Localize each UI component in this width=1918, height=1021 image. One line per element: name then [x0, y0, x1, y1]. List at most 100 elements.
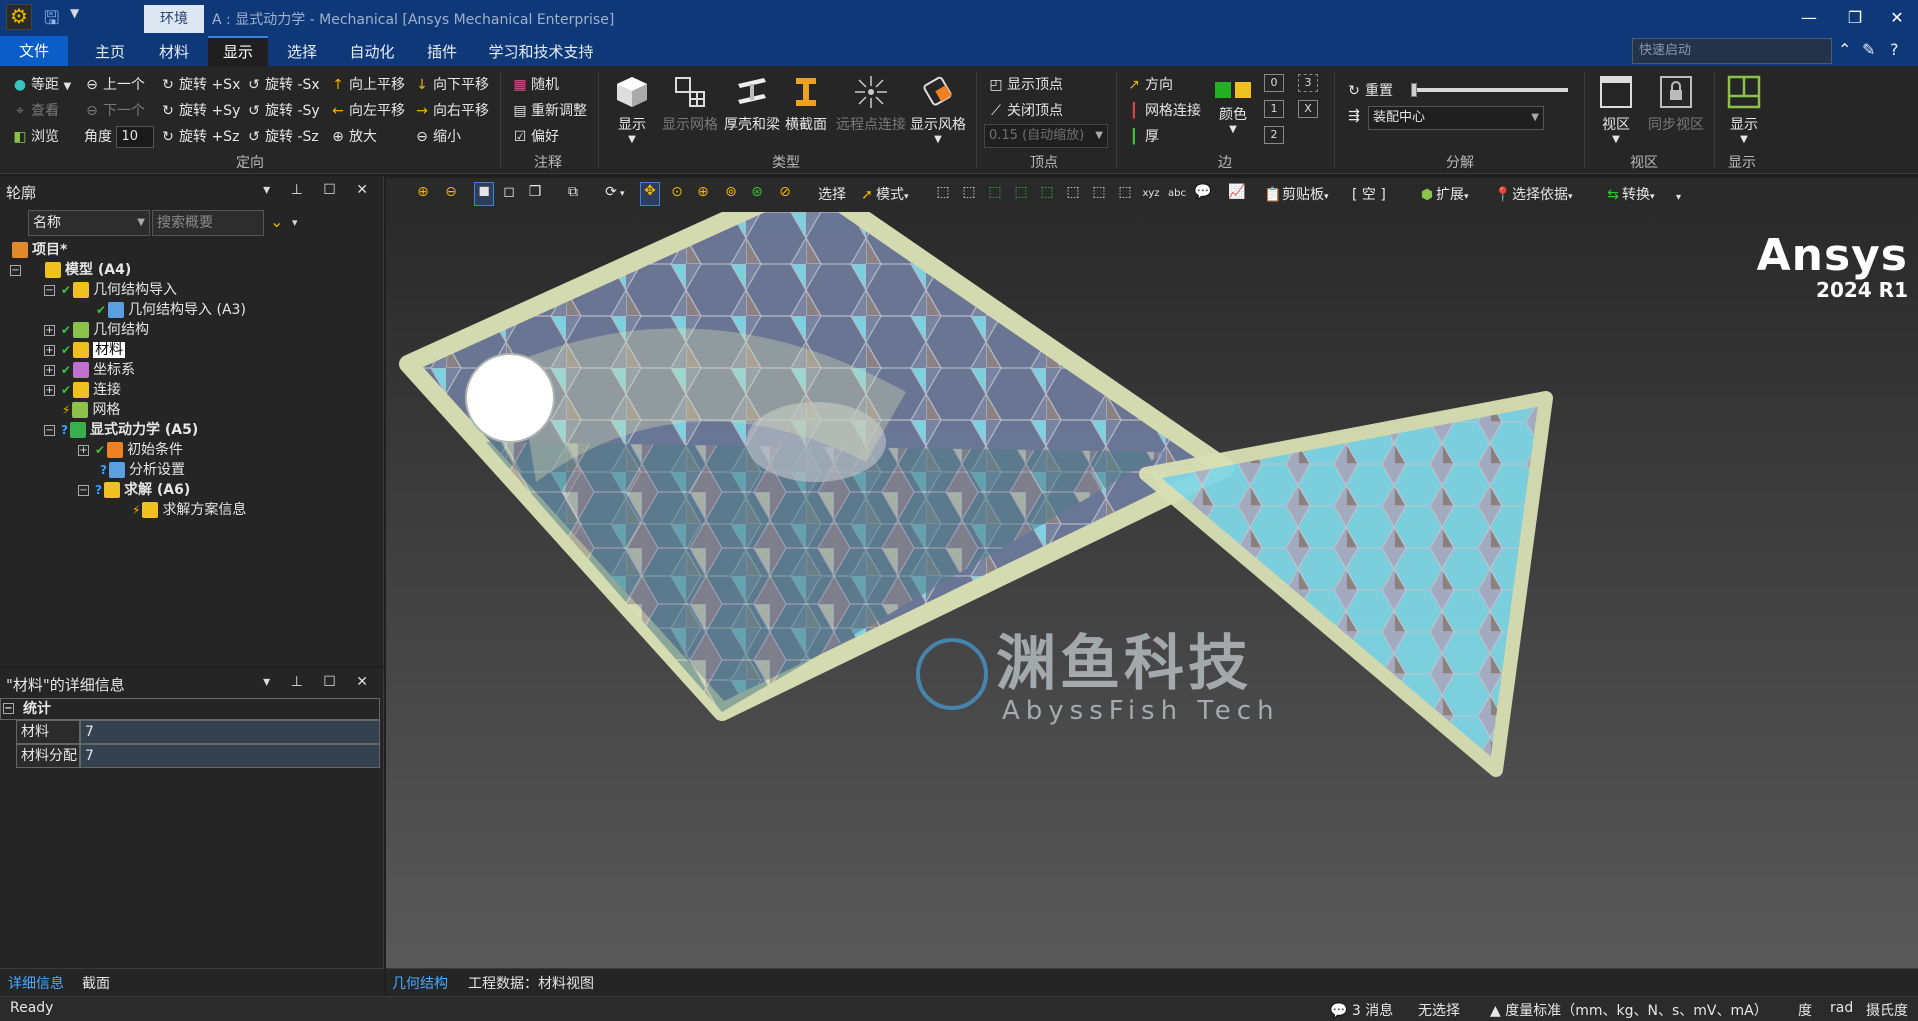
tree-node-coordinate-systems[interactable]: + ✔ 坐标系	[44, 360, 135, 380]
tab-learning[interactable]: 学习和技术支持	[486, 36, 596, 66]
chart-icon[interactable]: 📈	[1228, 184, 1246, 200]
tab-display[interactable]: 显示	[208, 36, 268, 66]
remote-point-conn-button[interactable]: 远程点连接	[836, 74, 906, 134]
rotate-minus-sz-button[interactable]: ↺ 旋转 -Sz	[246, 126, 319, 146]
tree-node-explicit-dynamics[interactable]: −? 显式动力学 (A5)	[44, 420, 198, 440]
direction-button[interactable]: ↗ 方向	[1126, 74, 1173, 94]
explode-slider-thumb[interactable]	[1411, 83, 1417, 97]
zoom-out-button[interactable]: ⊖ 缩小	[414, 126, 461, 146]
collapse-icon[interactable]: −	[10, 264, 21, 276]
tree-node-geometry-import-a3[interactable]: ✔ 几何结构导入 (A3)	[96, 300, 246, 320]
edge-color-button[interactable]: 颜色 ▼	[1212, 78, 1254, 135]
select-body-icon[interactable]: ⬚	[1012, 184, 1030, 200]
filter-options-icon[interactable]: ⌄	[270, 212, 283, 231]
app-gear-icon[interactable]	[6, 4, 32, 30]
tab-geometry-view[interactable]: 几何结构	[392, 973, 448, 993]
reset-explode-button[interactable]: ↻ 重置	[1346, 80, 1393, 100]
tab-section[interactable]: 截面	[82, 973, 110, 993]
expand-icon[interactable]: +	[44, 324, 55, 336]
pan-down-button[interactable]: ↓ 向下平移	[414, 74, 489, 94]
display-style-button[interactable]: 显示风格 ▼	[910, 74, 966, 145]
angle-unit-degrees[interactable]: 度	[1798, 1000, 1812, 1020]
rotate-icon[interactable]: ⟳ ▾	[602, 184, 624, 200]
tree-node-geometry-import[interactable]: − ✔ 几何结构导入	[44, 280, 177, 300]
details-row[interactable]: 材料分配 7	[16, 744, 380, 768]
tree-node-materials[interactable]: + ✔ 材料	[44, 340, 126, 360]
shaded-view-icon[interactable]: ◼	[474, 182, 494, 206]
panel-controls[interactable]: ▾ ⊥ ☐ ✕	[263, 674, 376, 690]
expand-icon[interactable]: +	[44, 364, 55, 376]
wireframe-view-icon[interactable]: ◻	[500, 184, 518, 200]
select-face-icon[interactable]: ⬚	[986, 184, 1004, 200]
select-coordinates-icon[interactable]: xyz	[1142, 184, 1160, 200]
quick-launch-input[interactable]: 快速启动	[1632, 38, 1832, 64]
sync-views-button[interactable]: 同步视区	[1646, 74, 1706, 134]
rotate-plus-sz-button[interactable]: ↻ 旋转 +Sz	[160, 126, 239, 146]
select-element-face-icon[interactable]: ⬚	[1064, 184, 1082, 200]
minimize-button[interactable]: —	[1792, 4, 1826, 32]
help-icon[interactable]: ?	[1890, 40, 1899, 59]
rotate-plus-sy-button[interactable]: ↻ 旋转 +Sy	[160, 100, 240, 120]
tree-node-solution[interactable]: −? 求解 (A6)	[78, 480, 190, 500]
look-at-button[interactable]: ⌖ 查看	[12, 100, 59, 120]
angle-unit-rad[interactable]: rad	[1830, 1000, 1853, 1016]
box-zoom-icon[interactable]: ⊕	[694, 184, 712, 200]
comment-icon[interactable]: 💬	[1194, 184, 1212, 200]
cross-section-button[interactable]: 横截面	[784, 74, 828, 134]
rotate-plus-sx-button[interactable]: ↻ 旋转 +Sx	[160, 74, 240, 94]
select-label-icon[interactable]: abc	[1168, 184, 1186, 200]
select-node-icon[interactable]: ⬚	[1038, 184, 1056, 200]
unit-system-selector[interactable]: ▲ 度量标准（mm、kg、N、s、mV、mA）	[1490, 1000, 1768, 1020]
messages-indicator[interactable]: 💬 3 消息	[1330, 1000, 1393, 1020]
tab-details[interactable]: 详细信息	[8, 973, 64, 993]
show-button[interactable]: 显示 ▼	[612, 74, 652, 145]
tab-material[interactable]: 材料	[148, 36, 200, 66]
explode-slider[interactable]	[1412, 88, 1568, 92]
pan-icon[interactable]: ✥	[640, 182, 660, 206]
tree-node-analysis-settings[interactable]: ? 分析设置	[100, 460, 185, 480]
browse-button[interactable]: ◧ 浏览	[12, 126, 59, 146]
collapse-icon[interactable]: −	[78, 484, 89, 496]
pan-left-button[interactable]: ← 向左平移	[330, 100, 405, 120]
details-section-header[interactable]: − 统计	[0, 698, 380, 720]
readjust-button[interactable]: ▤ 重新调整	[512, 100, 587, 120]
tree-node-geometry[interactable]: + ✔ 几何结构	[44, 320, 149, 340]
graphics-viewport[interactable]: Ansys 2024 R1 渊鱼科技 AbyssFish Tech	[386, 212, 1918, 968]
zoom-icon[interactable]: ⊙	[668, 184, 686, 200]
explode-center-select[interactable]: 装配中心 ▼	[1368, 106, 1544, 130]
select-vertex-icon[interactable]: ⬚	[934, 184, 952, 200]
zoom-in-icon[interactable]: ⊕	[414, 184, 432, 200]
show-vertex-button[interactable]: ◰ 显示顶点	[988, 74, 1063, 94]
tab-selection[interactable]: 选择	[276, 36, 328, 66]
expand-icon[interactable]: +	[44, 384, 55, 396]
mesh-connection-button[interactable]: ┃ 网格连接	[1126, 100, 1201, 120]
tree-node-mesh[interactable]: ⚡ 网格	[62, 400, 120, 420]
collapse-icon[interactable]: −	[44, 284, 55, 296]
cubes-icon[interactable]: ❒	[526, 184, 544, 200]
select-by-button[interactable]: 📍选择依据▾	[1494, 184, 1572, 204]
quick-access-dropdown-icon[interactable]: ▼	[70, 6, 79, 20]
tab-file[interactable]: 文件	[0, 36, 68, 66]
tab-home[interactable]: 主页	[84, 36, 136, 66]
extend-button[interactable]: ⬢ 扩展▾	[1418, 184, 1469, 204]
select-edge-icon[interactable]: ⬚	[960, 184, 978, 200]
collapse-icon[interactable]: −	[3, 703, 14, 714]
iso-button[interactable]: ● 等距 ▼	[12, 74, 71, 94]
expand-icon[interactable]: +	[78, 444, 89, 456]
edge-2-button[interactable]: 2	[1264, 126, 1284, 144]
zoom-selection-icon[interactable]: ⊛	[748, 184, 766, 200]
next-view-button[interactable]: ⊖ 下一个	[84, 100, 145, 120]
toolbar-overflow-icon[interactable]: ▾	[1676, 188, 1681, 204]
tree-node-model[interactable]: − 模型 (A4)	[10, 260, 131, 280]
filter-dropdown-icon[interactable]: ▾	[292, 216, 298, 229]
collapse-icon[interactable]: −	[44, 424, 55, 436]
tree-node-solution-information[interactable]: ⚡ 求解方案信息	[132, 500, 246, 520]
outline-search-input[interactable]: 搜索概要	[152, 210, 264, 236]
preferences-button[interactable]: ☑ 偏好	[512, 126, 559, 146]
tab-automation[interactable]: 自动化	[342, 36, 402, 66]
details-row[interactable]: 材料 7	[16, 720, 380, 744]
tab-plugins[interactable]: 插件	[416, 36, 468, 66]
tree-node-initial-conditions[interactable]: + ✔ 初始条件	[78, 440, 183, 460]
angle-input[interactable]: 10	[116, 126, 155, 148]
magnifier-icon[interactable]: ⊘	[776, 184, 794, 200]
